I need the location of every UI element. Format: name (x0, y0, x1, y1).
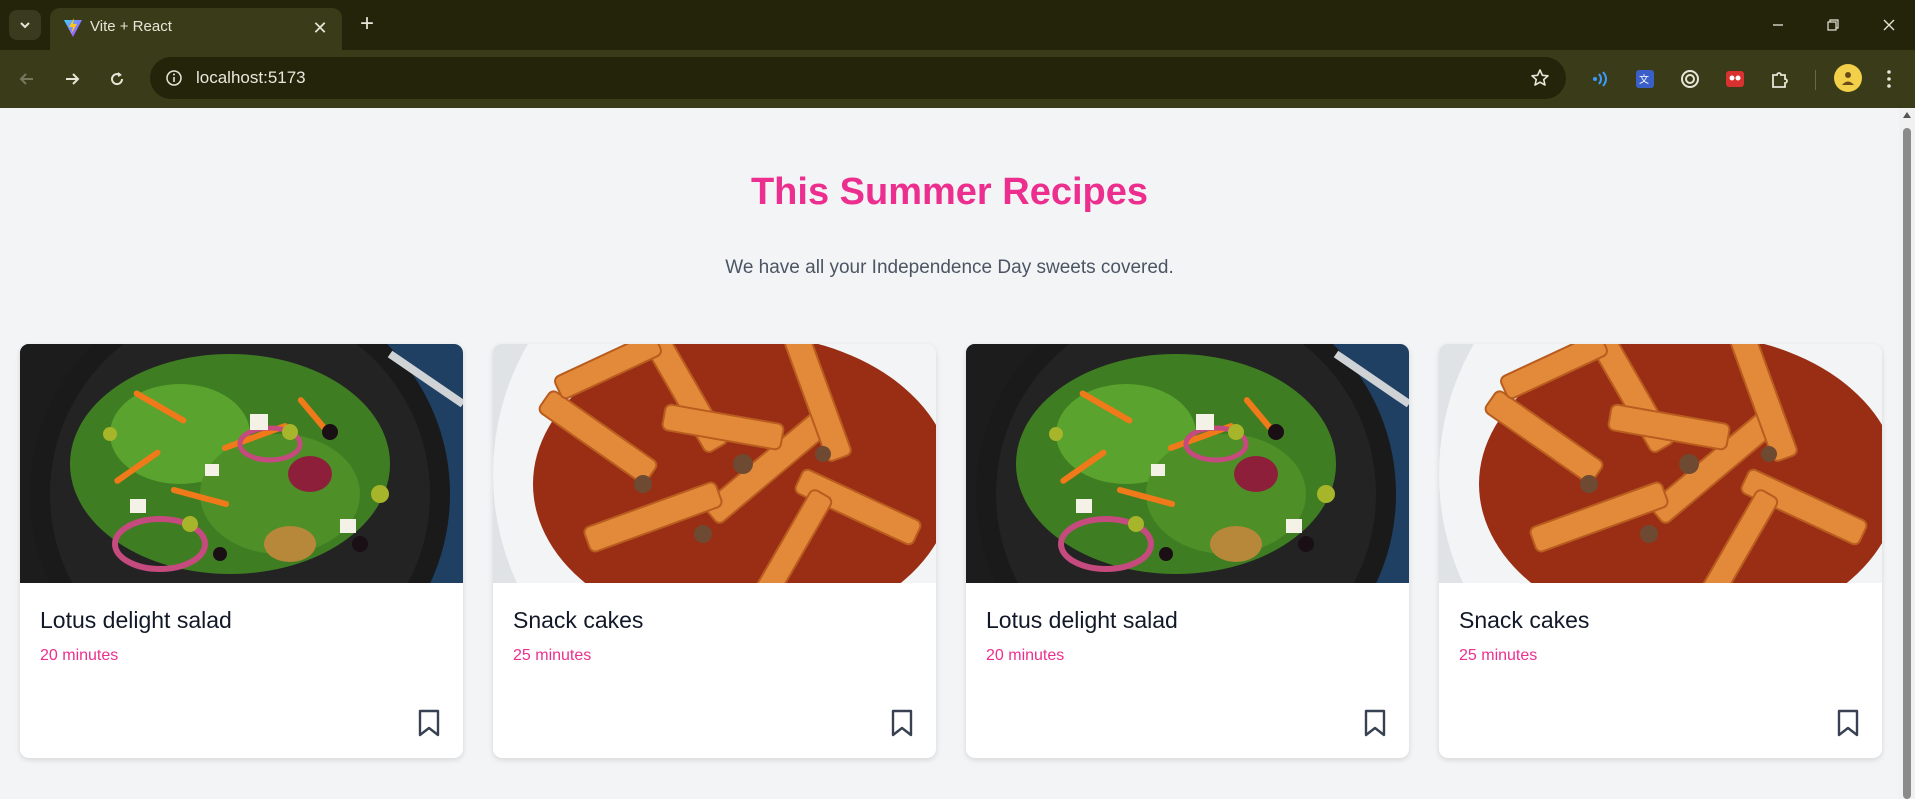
svg-text:文: 文 (1639, 73, 1649, 86)
scroll-up-arrow[interactable] (1903, 112, 1911, 118)
kebab-menu-icon[interactable] (1876, 64, 1902, 94)
recipe-image-salad (20, 344, 463, 583)
recipe-time: 20 minutes (40, 647, 119, 664)
translate-icon[interactable]: 文 (1631, 65, 1659, 93)
bookmark-icon[interactable] (1361, 708, 1389, 738)
reload-icon[interactable] (100, 62, 134, 96)
bookmark-icon[interactable] (415, 708, 443, 738)
close-icon[interactable]: ✕ (308, 16, 332, 40)
scroll-thumb[interactable] (1903, 128, 1911, 799)
page-title: This Summer Recipes (750, 171, 1149, 213)
target-icon[interactable] (1676, 65, 1704, 93)
vite-icon (64, 18, 82, 37)
recipe-image-salad (966, 344, 1409, 583)
recipe-card[interactable]: Lotus delight salad 20 minutes (966, 344, 1409, 758)
recipe-title[interactable]: Lotus delight salad (986, 607, 1178, 634)
recipe-title[interactable]: Snack cakes (1459, 607, 1589, 634)
puzzle-icon[interactable] (1766, 65, 1794, 93)
wave-icon[interactable] (1586, 65, 1614, 93)
bookmark-icon[interactable] (1834, 708, 1862, 738)
navigation-bar: localhost:5173 文 (0, 50, 1915, 108)
info-icon[interactable] (162, 66, 186, 90)
recipe-image-pasta (1439, 344, 1882, 583)
star-icon[interactable] (1528, 66, 1552, 90)
minimize-icon[interactable] (1758, 10, 1798, 40)
recipe-card[interactable]: Snack cakes 25 minutes (493, 344, 936, 758)
tab-search-button[interactable] (9, 10, 41, 40)
active-tab[interactable]: Vite + React ✕ (50, 8, 342, 50)
recipe-title[interactable]: Snack cakes (513, 607, 643, 634)
page-viewport: This Summer Recipes We have all your Ind… (0, 108, 1899, 799)
toolbar-divider (1815, 70, 1816, 90)
tab-title: Vite + React (90, 18, 172, 35)
restore-icon[interactable] (1813, 10, 1853, 40)
avatar[interactable] (1834, 64, 1862, 92)
chevron-down-icon (20, 22, 30, 29)
arrow-right-icon[interactable] (55, 62, 89, 96)
plus-icon[interactable]: + (352, 10, 382, 40)
arrow-left-icon[interactable] (10, 62, 44, 96)
close-window-icon[interactable] (1869, 10, 1909, 40)
url-text[interactable]: localhost:5173 (196, 68, 306, 88)
recipe-time: 20 minutes (986, 647, 1065, 664)
recipe-card[interactable]: Snack cakes 25 minutes (1439, 344, 1882, 758)
address-bar[interactable]: localhost:5173 (150, 57, 1566, 99)
page-subtitle: We have all your Independence Day sweets… (725, 257, 1174, 278)
recipe-time: 25 minutes (1459, 647, 1538, 664)
tab-strip: Vite + React ✕ + (0, 0, 1915, 50)
puzzle-red-icon[interactable] (1721, 65, 1749, 93)
recipe-image-pasta (493, 344, 936, 583)
recipe-title[interactable]: Lotus delight salad (40, 607, 232, 634)
recipe-card[interactable]: Lotus delight salad 20 minutes (20, 344, 463, 758)
recipe-time: 25 minutes (513, 647, 592, 664)
vertical-scrollbar[interactable] (1899, 108, 1915, 799)
bookmark-icon[interactable] (888, 708, 916, 738)
